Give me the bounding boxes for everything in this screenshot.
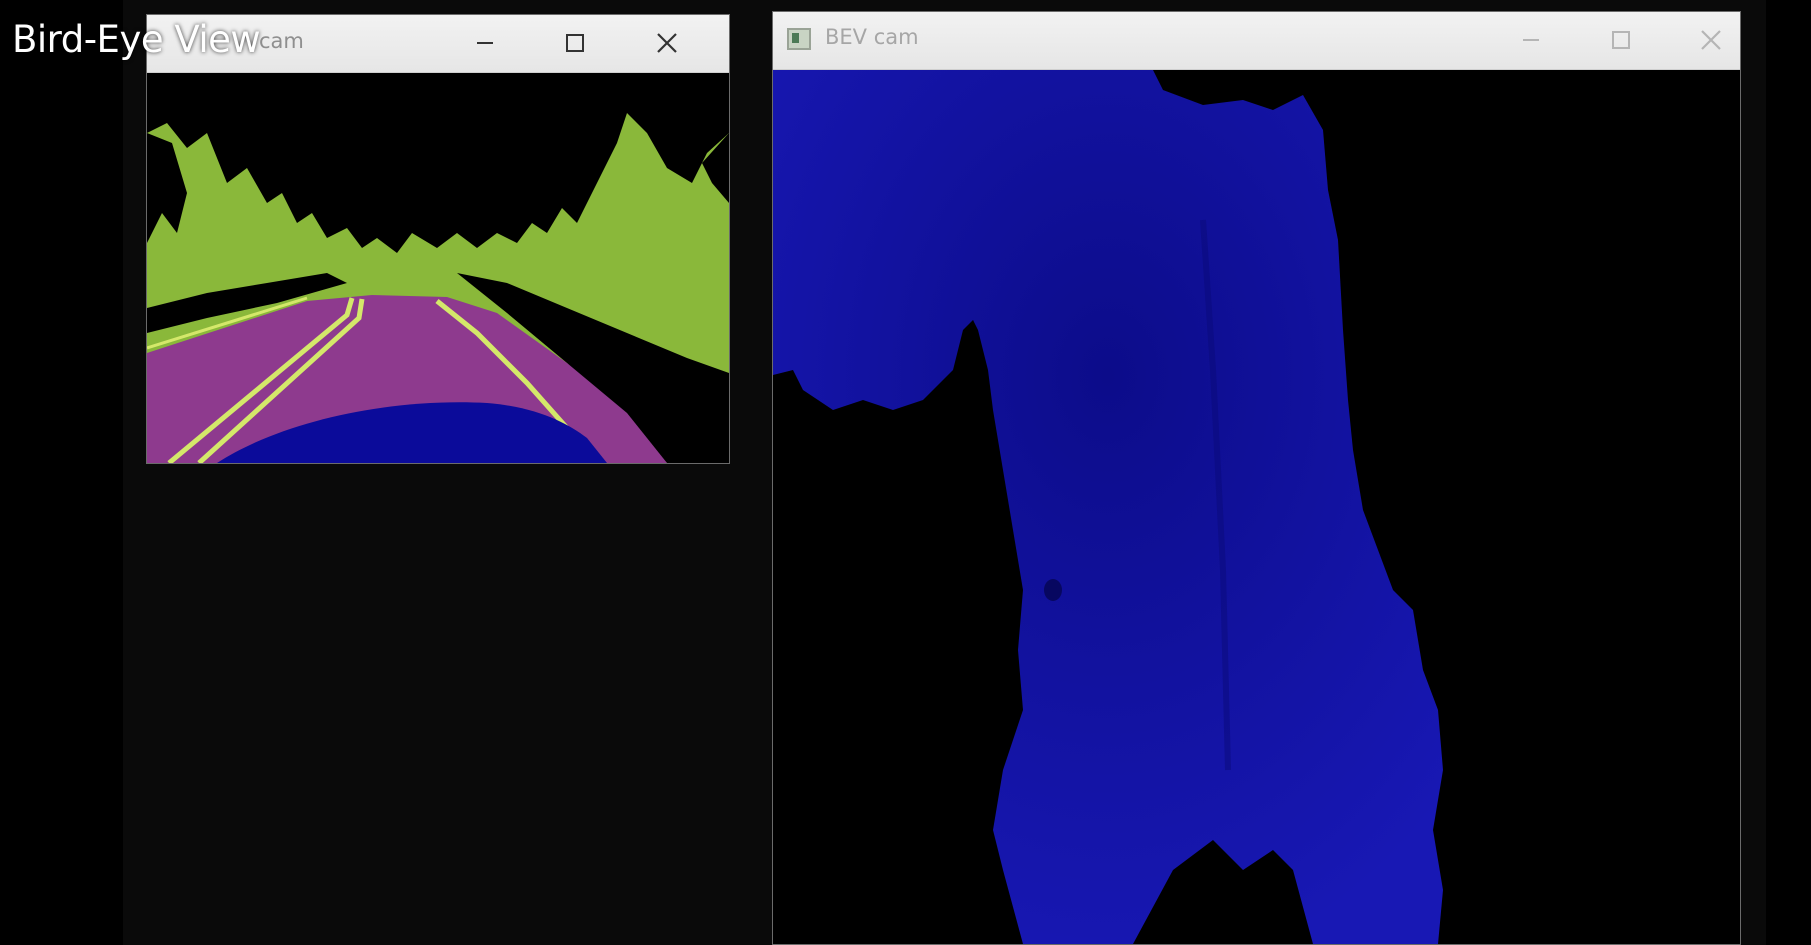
- close-icon: [1700, 29, 1722, 51]
- segmentation-camera-view: [147, 73, 729, 463]
- close-icon: [656, 32, 678, 54]
- screen: Bird-Eye View cam BEV cam: [0, 0, 1811, 945]
- bev-shadow-spot: [1044, 579, 1062, 601]
- maximize-icon: [565, 33, 585, 53]
- minimize-button[interactable]: [467, 25, 503, 61]
- close-button[interactable]: [649, 25, 685, 61]
- maximize-button[interactable]: [557, 25, 593, 61]
- app-window-icon: [787, 28, 811, 50]
- segmentation-image: [147, 73, 729, 463]
- minimize-icon: [1521, 30, 1541, 50]
- bev-cam-window[interactable]: BEV cam: [772, 11, 1741, 945]
- minimize-button[interactable]: [1513, 22, 1549, 58]
- maximize-icon: [1611, 30, 1631, 50]
- close-button[interactable]: [1693, 22, 1729, 58]
- bev-camera-view: [773, 70, 1740, 944]
- bev-image: [773, 70, 1740, 944]
- video-overlay-title: Bird-Eye View: [12, 18, 261, 61]
- minimize-icon: [475, 33, 495, 53]
- bev-cam-window-title: BEV cam: [825, 25, 919, 49]
- cam-window-title: cam: [259, 29, 304, 53]
- cam-window[interactable]: cam: [146, 14, 730, 464]
- bev-cam-window-titlebar[interactable]: BEV cam: [773, 12, 1740, 70]
- maximize-button[interactable]: [1603, 22, 1639, 58]
